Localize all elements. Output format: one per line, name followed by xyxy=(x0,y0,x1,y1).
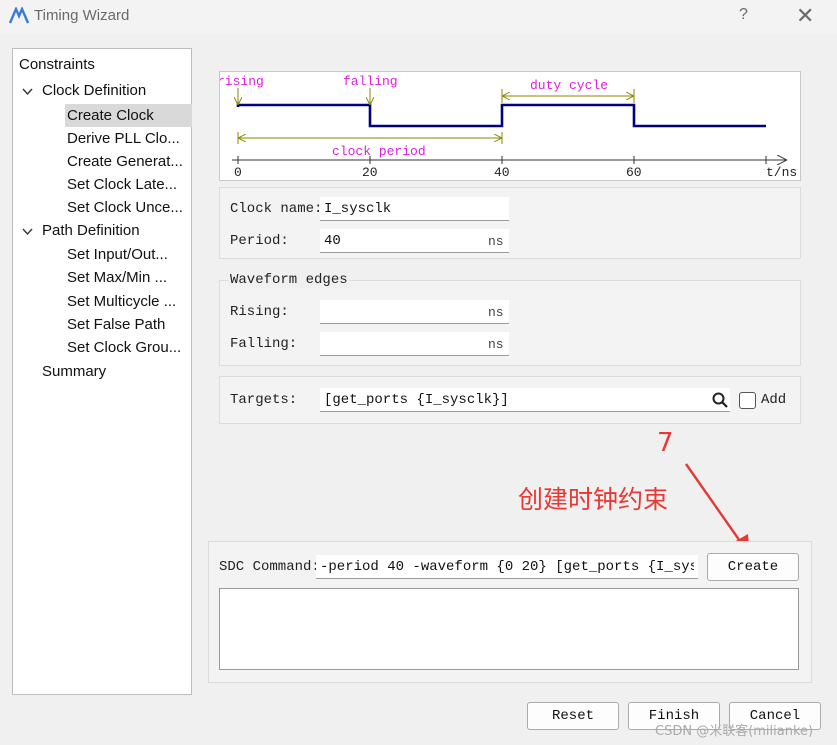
tree-item-derive-pll-clocks[interactable]: Derive PLL Clo... xyxy=(67,130,180,147)
falling-edge-label: Falling: xyxy=(230,336,298,352)
app-logo-icon xyxy=(9,7,29,24)
duty-cycle-label: duty cycle xyxy=(530,78,608,93)
tree-group-clock-definition[interactable]: Clock Definition xyxy=(42,82,146,99)
tree-item-set-clock-groups[interactable]: Set Clock Grou... xyxy=(67,339,181,356)
tree-item-create-generated-clock[interactable]: Create Generat... xyxy=(67,153,183,170)
tree-item-set-input-output-delay[interactable]: Set Input/Out... xyxy=(67,246,168,263)
add-checkbox-label: Add xyxy=(761,392,787,408)
tree-item-create-clock[interactable]: Create Clock xyxy=(65,104,192,127)
falling-edge-input[interactable] xyxy=(320,332,509,356)
falling-edge-unit: ns xyxy=(488,337,504,352)
sdc-output-area[interactable] xyxy=(219,588,799,670)
falling-label: falling xyxy=(343,74,398,89)
clock-name-label: Clock name: xyxy=(230,201,323,217)
axis-tick-label-20: 20 xyxy=(362,165,378,180)
waveform-diagram: rising falling duty cycle clock period 0… xyxy=(217,71,801,181)
waveform-edges-group xyxy=(219,280,801,366)
targets-label: Targets: xyxy=(230,392,298,408)
targets-input[interactable] xyxy=(320,388,730,412)
tree-item-set-false-path[interactable]: Set False Path xyxy=(67,316,165,333)
search-icon[interactable] xyxy=(712,392,728,408)
tree-item-set-multicycle-path[interactable]: Set Multicycle ... xyxy=(67,293,176,310)
period-label: Period: xyxy=(230,233,289,249)
reset-button[interactable]: Reset xyxy=(527,702,619,730)
rising-edge-input[interactable] xyxy=(320,300,509,324)
chevron-down-icon[interactable] xyxy=(22,86,33,97)
annotation-step-number: 7 xyxy=(657,428,674,458)
rising-label: rising xyxy=(220,74,264,89)
clock-waveform-line xyxy=(236,103,766,128)
annotation-text: 创建时钟约束 xyxy=(518,485,669,514)
csdn-watermark: CSDN @米联客(milianke) xyxy=(655,724,814,739)
rising-edge-unit: ns xyxy=(488,305,504,320)
rising-edge-label: Rising: xyxy=(230,304,289,320)
add-checkbox[interactable] xyxy=(739,392,756,409)
axis-tick-label-0: 0 xyxy=(234,165,242,180)
tree-item-set-max-min-delay[interactable]: Set Max/Min ... xyxy=(67,269,167,286)
chevron-down-icon[interactable] xyxy=(22,226,33,237)
window-title: Timing Wizard xyxy=(34,7,130,24)
period-unit: ns xyxy=(488,234,504,249)
clock-settings-group xyxy=(219,187,801,259)
help-button[interactable]: ? xyxy=(739,6,748,24)
clock-period-label: clock period xyxy=(332,144,426,159)
navigation-tree: Constraints Clock Definition Create Cloc… xyxy=(12,48,192,695)
tree-item-set-clock-uncertainty[interactable]: Set Clock Unce... xyxy=(67,199,183,216)
axis-tick-label-40: 40 xyxy=(494,165,510,180)
clock-name-input[interactable] xyxy=(320,197,509,221)
waveform-diagram-svg: rising falling duty cycle clock period 0… xyxy=(217,74,797,180)
sdc-command-input[interactable] xyxy=(316,555,698,579)
period-input[interactable] xyxy=(320,229,509,253)
axis-tick-label-60: 60 xyxy=(626,165,642,180)
axis-unit-label: t/ns xyxy=(766,165,797,180)
tree-group-path-definition[interactable]: Path Definition xyxy=(42,222,140,239)
tree-item-summary[interactable]: Summary xyxy=(42,363,106,380)
waveform-edges-title: Waveform edges xyxy=(228,272,350,288)
sdc-command-label: SDC Command: xyxy=(219,559,320,575)
close-button[interactable]: ✕ xyxy=(796,3,814,29)
create-button[interactable]: Create xyxy=(707,553,799,581)
tree-root-constraints[interactable]: Constraints xyxy=(19,56,95,73)
tree-item-set-clock-latency[interactable]: Set Clock Late... xyxy=(67,176,177,193)
